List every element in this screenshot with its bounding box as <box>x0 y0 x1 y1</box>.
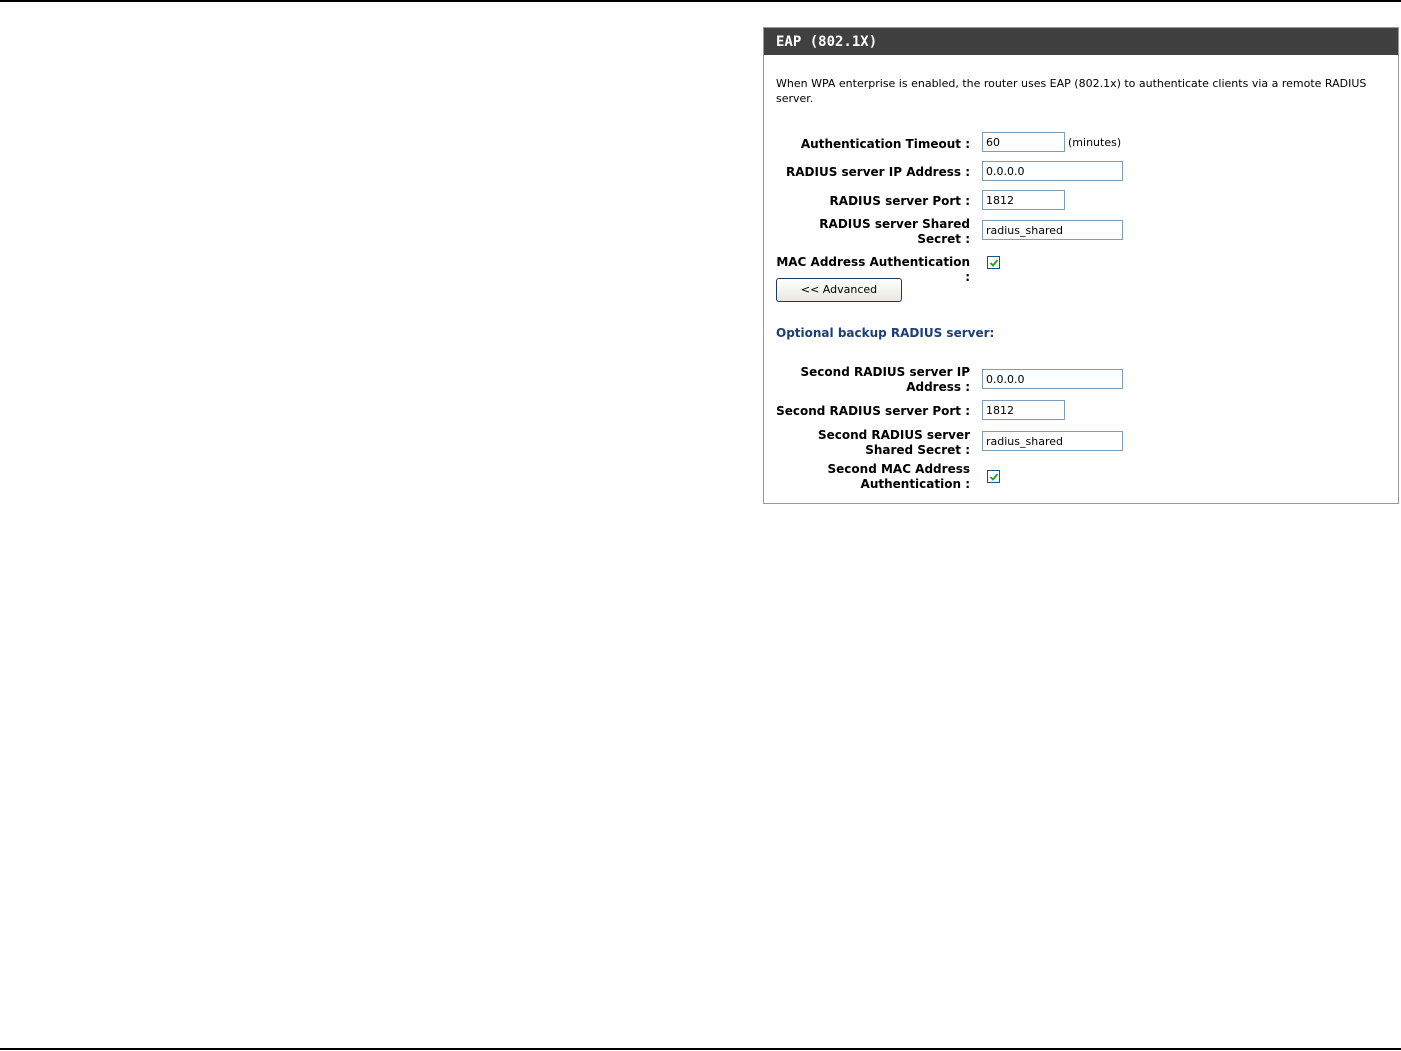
panel-description: When WPA enterprise is enabled, the rout… <box>776 77 1367 105</box>
top-rule <box>0 0 1401 2</box>
second-radius-secret-label-line2: Shared Secret : <box>865 443 970 457</box>
auth-timeout-unit: (minutes) <box>1068 136 1122 149</box>
second-mac-auth-checkbox[interactable] <box>987 470 1000 483</box>
second-radius-port-input[interactable] <box>982 400 1065 420</box>
second-radius-secret-input[interactable] <box>982 431 1123 451</box>
radius-ip-label: RADIUS server IP Address : <box>786 165 970 179</box>
radius-secret-label-line1: RADIUS server Shared <box>819 217 970 231</box>
checkmark-icon <box>989 259 999 267</box>
bottom-rule <box>0 1048 1401 1050</box>
second-mac-auth-label-line2: Authentication : <box>860 477 970 491</box>
second-mac-auth-label-line1: Second MAC Address <box>827 462 970 476</box>
second-mac-auth-label: Second MAC Address Authentication : <box>770 462 970 492</box>
radius-ip-input[interactable] <box>982 161 1123 181</box>
second-radius-port-label: Second RADIUS server Port : <box>776 404 970 418</box>
radius-port-input[interactable] <box>982 190 1065 210</box>
panel-title: EAP (802.1X) <box>764 28 1398 55</box>
backup-section-title: Optional backup RADIUS server: <box>776 326 995 340</box>
auth-timeout-input[interactable] <box>982 132 1065 152</box>
mac-auth-checkbox[interactable] <box>987 256 1000 269</box>
checkmark-icon <box>989 473 999 481</box>
radius-secret-input[interactable] <box>982 220 1123 240</box>
second-radius-secret-label: Second RADIUS server Shared Secret : <box>770 428 970 458</box>
eap-panel: EAP (802.1X) When WPA enterprise is enab… <box>763 27 1399 504</box>
second-radius-ip-label-line2: Address : <box>906 380 970 394</box>
second-radius-ip-label-line1: Second RADIUS server IP <box>800 365 970 379</box>
radius-secret-label-line2: Secret : <box>917 232 970 246</box>
second-radius-ip-input[interactable] <box>982 369 1123 389</box>
auth-timeout-label: Authentication Timeout : <box>800 137 970 151</box>
radius-port-label: RADIUS server Port : <box>829 194 970 208</box>
second-radius-secret-label-line1: Second RADIUS server <box>817 428 970 442</box>
second-radius-ip-label: Second RADIUS server IP Address : <box>770 365 970 395</box>
radius-secret-label: RADIUS server Shared Secret : <box>770 217 970 247</box>
advanced-button[interactable]: << Advanced <box>776 278 902 302</box>
